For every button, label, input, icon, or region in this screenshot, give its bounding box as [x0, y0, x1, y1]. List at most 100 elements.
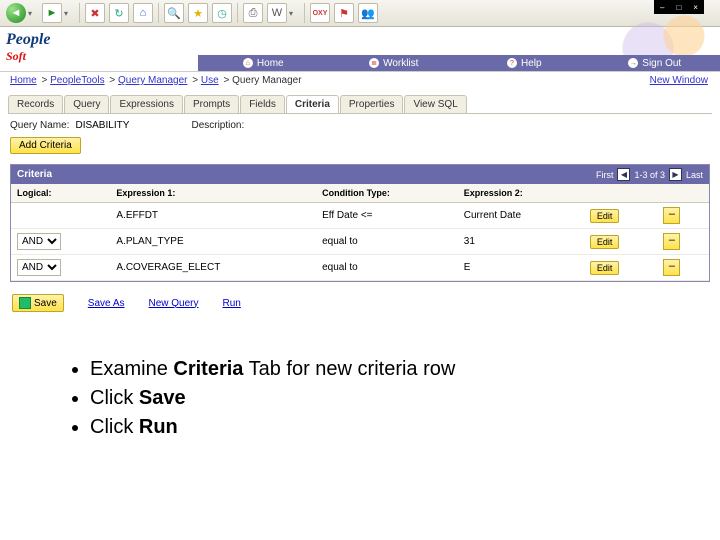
- breadcrumb-link[interactable]: Query Manager: [118, 75, 187, 86]
- back-icon[interactable]: ◄: [6, 3, 26, 23]
- instruction-list: Examine Criteria Tab for new criteria ro…: [50, 358, 680, 439]
- grid-title-bar: Criteria First ◀ 1-3 of 3 ▶ Last: [11, 165, 709, 184]
- peoplesoft-logo: People Soft: [6, 31, 62, 67]
- breadcrumb: Home > PeopleTools > Query Manager > Use…: [10, 75, 302, 86]
- home-nav-icon: ⌂: [243, 58, 253, 68]
- cell-exp1: A.EFFDT: [110, 203, 316, 229]
- grid-nav-range: 1-3 of 3: [634, 170, 665, 180]
- grid-nav-first[interactable]: First: [596, 170, 614, 180]
- grid-title: Criteria: [17, 169, 52, 180]
- history-icon[interactable]: ◷: [212, 3, 232, 23]
- table-row: ANDORNOT A.PLAN_TYPEequal to31 Edit –: [11, 229, 709, 255]
- tab-strip: Records Query Expressions Prompts Fields…: [0, 95, 720, 113]
- action-row: Save Save As New Query Run: [0, 286, 720, 320]
- stop-icon[interactable]: ✖: [85, 3, 105, 23]
- print-icon[interactable]: ⎙: [243, 3, 263, 23]
- forward-dropdown-icon[interactable]: ▾: [64, 9, 72, 18]
- instruction-item: Click Save: [90, 387, 680, 410]
- query-name-label: Query Name:: [10, 120, 69, 131]
- tree-icon[interactable]: ⚑: [334, 3, 354, 23]
- logical-select[interactable]: ANDORNOT: [17, 259, 61, 276]
- save-button[interactable]: Save: [12, 294, 64, 312]
- edit-button[interactable]: Edit: [590, 235, 620, 249]
- cell-cond: Eff Date <=: [316, 203, 458, 229]
- signout-nav-icon: →: [628, 58, 638, 68]
- nav-worklist[interactable]: ≣ Worklist: [329, 58, 460, 69]
- table-row: A.EFFDTEff Date <=Current Date Edit –: [11, 203, 709, 229]
- cell-exp1: A.COVERAGE_ELECT: [110, 255, 316, 281]
- people-icon[interactable]: 👥: [358, 3, 378, 23]
- tab-records[interactable]: Records: [8, 95, 63, 113]
- save-as-link[interactable]: Save As: [88, 298, 125, 309]
- tab-viewsql[interactable]: View SQL: [404, 95, 466, 113]
- tab-expressions[interactable]: Expressions: [110, 95, 182, 113]
- new-query-link[interactable]: New Query: [149, 298, 199, 309]
- favorites-icon[interactable]: ★: [188, 3, 208, 23]
- cell-exp1: A.PLAN_TYPE: [110, 229, 316, 255]
- cell-exp2: Current Date: [458, 203, 584, 229]
- oxy-icon[interactable]: OXY: [310, 3, 330, 23]
- criteria-grid: Criteria First ◀ 1-3 of 3 ▶ Last Logical…: [10, 164, 710, 282]
- new-window-link[interactable]: New Window: [650, 75, 708, 86]
- breadcrumb-link[interactable]: Home: [10, 75, 37, 86]
- maximize-button[interactable]: □: [676, 3, 681, 12]
- nav-label: Home: [257, 58, 284, 69]
- word-dropdown-icon[interactable]: ▾: [289, 9, 297, 18]
- nav-label: Help: [521, 58, 542, 69]
- forward-icon[interactable]: ►: [42, 3, 62, 23]
- tab-prompts[interactable]: Prompts: [184, 95, 239, 113]
- criteria-table: Logical: Expression 1: Condition Type: E…: [11, 184, 709, 281]
- cell-exp2: 31: [458, 229, 584, 255]
- add-criteria-button[interactable]: Add Criteria: [10, 137, 81, 154]
- description-label: Description:: [191, 120, 244, 131]
- close-button[interactable]: ×: [693, 3, 698, 12]
- nav-signout[interactable]: → Sign Out: [590, 58, 720, 69]
- run-link[interactable]: Run: [223, 298, 241, 309]
- instruction-item: Click Run: [90, 416, 680, 439]
- home-icon[interactable]: ⌂: [133, 3, 153, 23]
- tab-properties[interactable]: Properties: [340, 95, 404, 113]
- instruction-item: Examine Criteria Tab for new criteria ro…: [90, 358, 680, 381]
- logo-bottom: Soft: [6, 49, 62, 64]
- nav-help[interactable]: ? Help: [459, 58, 590, 69]
- purple-nav: ⌂ Home ≣ Worklist ? Help → Sign Out: [198, 55, 720, 71]
- tab-fields[interactable]: Fields: [240, 95, 285, 113]
- search-icon[interactable]: 🔍: [164, 3, 184, 23]
- cell-cond: equal to: [316, 255, 458, 281]
- minimize-button[interactable]: –: [660, 3, 664, 12]
- tab-criteria[interactable]: Criteria: [286, 95, 339, 113]
- col-logical: Logical:: [11, 184, 110, 203]
- grid-nav-next-icon[interactable]: ▶: [669, 168, 682, 181]
- delete-row-button[interactable]: –: [663, 259, 680, 276]
- edit-button[interactable]: Edit: [590, 261, 620, 275]
- refresh-icon[interactable]: ↻: [109, 3, 129, 23]
- breadcrumb-row: Home > PeopleTools > Query Manager > Use…: [0, 72, 720, 89]
- grid-nav-last[interactable]: Last: [686, 170, 703, 180]
- logical-select[interactable]: ANDORNOT: [17, 233, 61, 250]
- grid-nav: First ◀ 1-3 of 3 ▶ Last: [596, 168, 703, 181]
- nav-label: Sign Out: [642, 58, 681, 69]
- col-exp2: Expression 2:: [458, 184, 584, 203]
- query-name-value: DISABILITY: [75, 120, 185, 131]
- query-name-row: Query Name: DISABILITY Description:: [0, 114, 720, 137]
- edit-button[interactable]: Edit: [590, 209, 620, 223]
- col-exp1: Expression 1:: [110, 184, 316, 203]
- delete-row-button[interactable]: –: [663, 233, 680, 250]
- grid-nav-prev-icon[interactable]: ◀: [617, 168, 630, 181]
- logical-cell: [11, 203, 110, 229]
- logo-top: People: [6, 31, 62, 49]
- tab-query[interactable]: Query: [64, 95, 109, 113]
- word-icon[interactable]: W: [267, 3, 287, 23]
- cell-exp2: E: [458, 255, 584, 281]
- help-nav-icon: ?: [507, 58, 517, 68]
- app-header: People Soft ⌂ Home ≣ Worklist ? Help → Sign …: [0, 27, 720, 72]
- nav-home[interactable]: ⌂ Home: [198, 58, 329, 69]
- cell-cond: equal to: [316, 229, 458, 255]
- nav-label: Worklist: [383, 58, 418, 69]
- breadcrumb-link[interactable]: Use: [201, 75, 219, 86]
- delete-row-button[interactable]: –: [663, 207, 680, 224]
- back-dropdown-icon[interactable]: ▾: [28, 9, 36, 18]
- breadcrumb-link[interactable]: PeopleTools: [50, 75, 104, 86]
- worklist-nav-icon: ≣: [369, 58, 379, 68]
- table-row: ANDORNOT A.COVERAGE_ELECTequal toE Edit –: [11, 255, 709, 281]
